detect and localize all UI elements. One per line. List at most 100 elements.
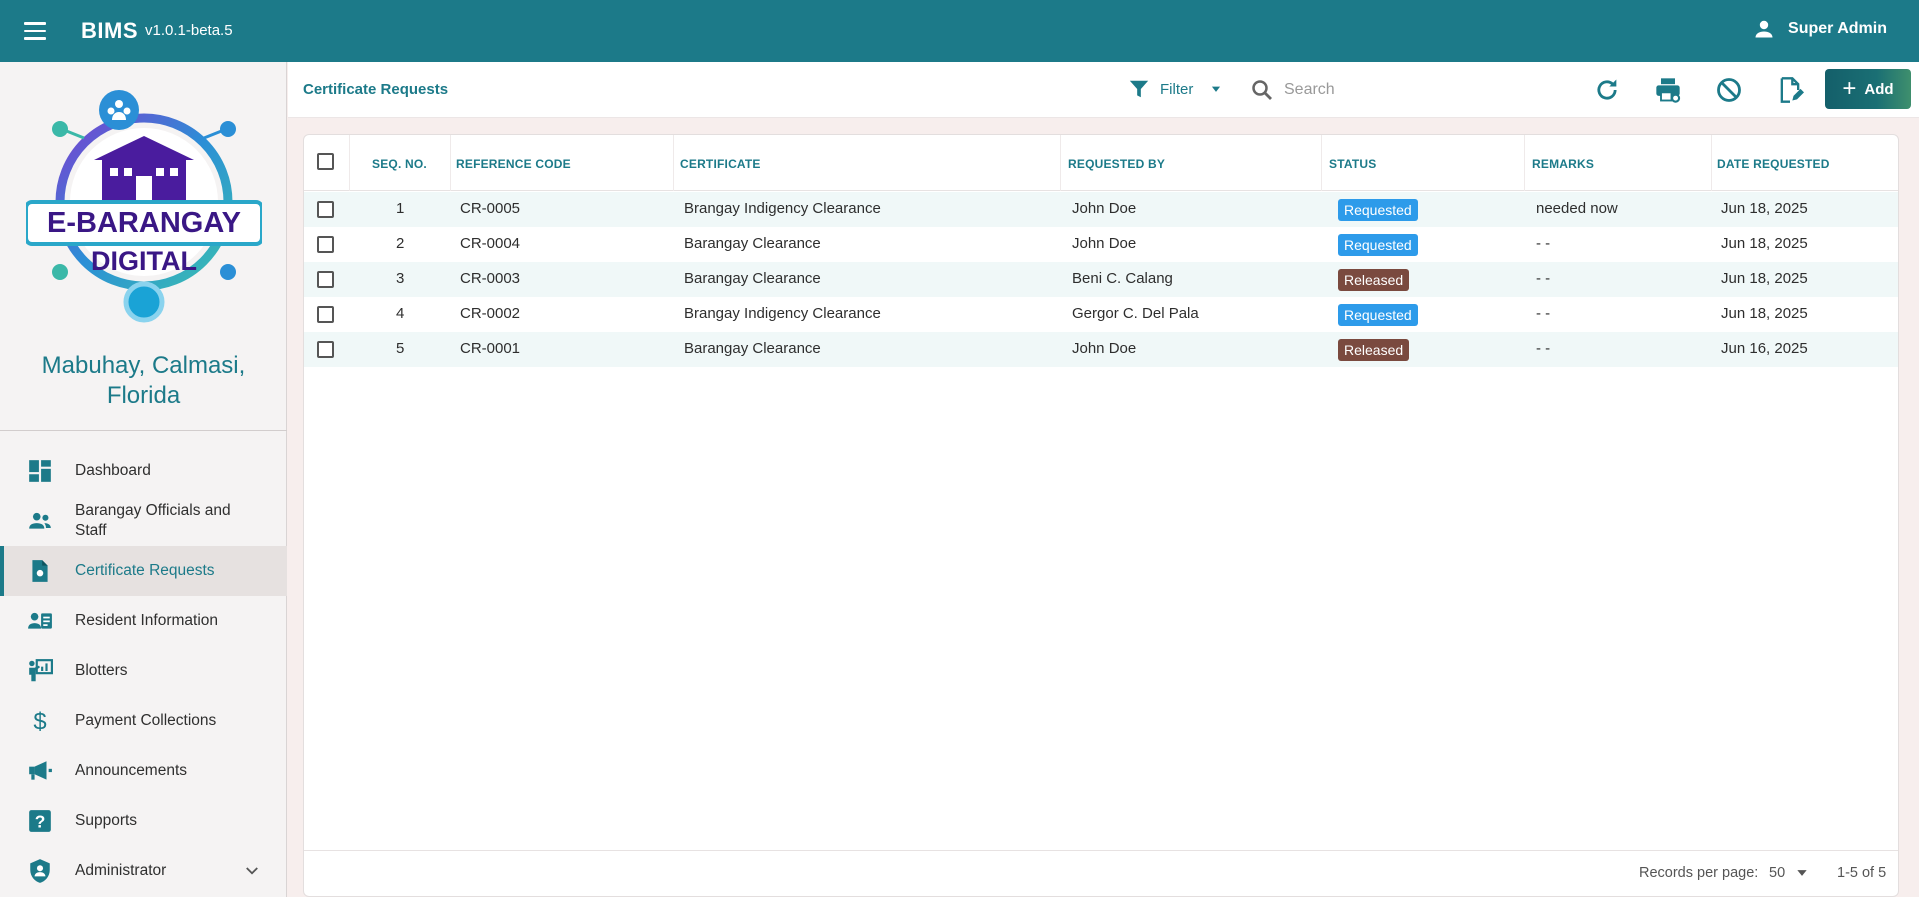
sidebar-nav: Dashboard Barangay Officials and Staff C…: [0, 446, 287, 896]
cell-remarks: - -: [1536, 305, 1551, 322]
logo-text-1: E-BARANGAY: [47, 207, 241, 239]
table-row[interactable]: 5 CR-0001 Barangay Clearance John Doe Re…: [304, 332, 1898, 367]
app-version: v1.0.1-beta.5: [145, 22, 233, 39]
help-icon: ?: [29, 810, 51, 832]
filter-button[interactable]: Filter: [1128, 78, 1223, 100]
cell-remarks: - -: [1536, 270, 1551, 287]
table-row[interactable]: 3 CR-0003 Barangay Clearance Beni C. Cal…: [304, 262, 1898, 297]
sidebar-item-administrator[interactable]: Administrator: [0, 846, 287, 896]
column-header-remarks[interactable]: REMARKS: [1532, 157, 1594, 171]
sidebar-item-blotters[interactable]: Blotters: [0, 646, 287, 696]
column-divider: [1321, 135, 1322, 191]
status-badge: Requested: [1338, 199, 1418, 221]
cell-reference-code: CR-0001: [460, 340, 521, 357]
cell-requested-by: Beni C. Calang: [1072, 270, 1173, 287]
sidebar-item-announcements[interactable]: Announcements: [0, 746, 287, 796]
cell-seq: 4: [396, 305, 405, 322]
shield-icon: [30, 859, 50, 883]
certificate-icon: [32, 560, 48, 582]
table-row[interactable]: 2 CR-0004 Barangay Clearance John Doe Re…: [304, 227, 1898, 262]
row-checkbox[interactable]: [317, 271, 334, 288]
row-checkbox[interactable]: [317, 341, 334, 358]
status-badge: Requested: [1338, 304, 1418, 326]
plus-icon: +: [1842, 75, 1857, 102]
user-menu[interactable]: Super Admin: [1752, 17, 1887, 41]
column-header-date-requested[interactable]: DATE REQUESTED: [1717, 157, 1830, 171]
column-header-status[interactable]: STATUS: [1329, 157, 1376, 171]
records-per-page-select[interactable]: 50: [1769, 865, 1809, 881]
sidebar-item-dashboard[interactable]: Dashboard: [0, 446, 287, 496]
cell-requested-by: John Doe: [1072, 200, 1137, 217]
svg-text:$: $: [33, 709, 46, 734]
sidebar-item-officials[interactable]: Barangay Officials and Staff: [0, 496, 287, 546]
caret-down-icon: [1212, 86, 1221, 92]
pagination-range: 1-5 of 5: [1837, 865, 1887, 881]
people-icon: [29, 512, 51, 529]
sidebar-item-resident-information[interactable]: Resident Information: [0, 596, 287, 646]
row-checkbox[interactable]: [317, 201, 334, 218]
cell-date-requested: Jun 18, 2025: [1721, 235, 1808, 252]
column-divider: [450, 135, 451, 191]
column-header-certificate[interactable]: CERTIFICATE: [680, 157, 761, 171]
column-header-seq[interactable]: SEQ. NO.: [372, 157, 427, 171]
sidebar-item-label: Blotters: [75, 662, 128, 679]
dollar-icon: $: [33, 709, 46, 734]
certificate-requests-table: SEQ. NO. REFERENCE CODE CERTIFICATE REQU…: [303, 134, 1899, 897]
cell-certificate: Barangay Clearance: [684, 340, 821, 357]
sidebar-item-label: Announcements: [75, 762, 188, 779]
column-header-reference-code[interactable]: REFERENCE CODE: [456, 157, 571, 171]
cell-requested-by: Gergor C. Del Pala: [1072, 305, 1199, 322]
sidebar-item-label: Payment Collections: [75, 712, 217, 729]
sidebar-item-payment-collections[interactable]: $ Payment Collections: [0, 696, 287, 746]
cell-seq: 1: [396, 200, 405, 217]
row-checkbox[interactable]: [317, 236, 334, 253]
sidebar-item-label: Certificate Requests: [75, 562, 215, 579]
sidebar-item-certificate-requests[interactable]: Certificate Requests: [0, 546, 287, 596]
edit-document-icon[interactable]: [1776, 76, 1804, 104]
status-badge: Released: [1338, 339, 1410, 361]
table-row[interactable]: 1 CR-0005 Brangay Indigency Clearance Jo…: [304, 192, 1898, 227]
column-header-requested-by[interactable]: REQUESTED BY: [1068, 157, 1165, 171]
add-label: Add: [1864, 80, 1894, 98]
cell-reference-code: CR-0003: [460, 270, 521, 287]
refresh-icon[interactable]: [1593, 76, 1621, 104]
cell-certificate: Brangay Indigency Clearance: [684, 200, 881, 217]
sidebar-item-label: Barangay Officials and Staff: [75, 502, 231, 539]
cell-certificate: Brangay Indigency Clearance: [684, 305, 881, 322]
add-button[interactable]: + Add: [1825, 69, 1911, 109]
row-checkbox[interactable]: [317, 306, 334, 323]
sidebar-item-label: Supports: [75, 812, 138, 829]
chevron-down-icon[interactable]: [243, 862, 261, 880]
user-name: Super Admin: [1788, 20, 1887, 37]
search-input[interactable]: [1284, 81, 1464, 99]
cell-date-requested: Jun 18, 2025: [1721, 200, 1808, 217]
menu-icon[interactable]: [24, 22, 46, 40]
cell-seq: 2: [396, 235, 405, 252]
select-all-checkbox[interactable]: [317, 153, 334, 170]
status-badge: Released: [1338, 269, 1410, 291]
table-row[interactable]: 4 CR-0002 Brangay Indigency Clearance Ge…: [304, 297, 1898, 332]
svg-text:?: ?: [35, 812, 46, 832]
sidebar-item-label: Dashboard: [75, 462, 151, 479]
records-per-page-label: Records per page:: [1639, 865, 1759, 881]
sidebar-item-supports[interactable]: ? Supports: [0, 796, 287, 846]
cell-date-requested: Jun 18, 2025: [1721, 305, 1808, 322]
cell-reference-code: CR-0005: [460, 200, 521, 217]
barangay-name: Mabuhay, Calmasi, Florida: [41, 352, 246, 409]
megaphone-icon: [29, 761, 52, 780]
page-title: Certificate Requests: [303, 81, 449, 98]
sidebar-item-label: Administrator: [75, 862, 167, 879]
cell-certificate: Barangay Clearance: [684, 270, 821, 287]
cell-seq: 5: [396, 340, 405, 357]
print-preview-icon[interactable]: [1654, 76, 1682, 104]
column-divider: [349, 135, 350, 191]
app-name: BIMS: [81, 18, 138, 43]
cell-remarks: needed now: [1536, 200, 1618, 217]
cell-seq: 3: [396, 270, 405, 287]
sidebar-item-label: Resident Information: [75, 612, 219, 629]
column-divider: [673, 135, 674, 191]
block-icon[interactable]: [1715, 76, 1743, 104]
cell-remarks: - -: [1536, 340, 1551, 357]
cell-reference-code: CR-0002: [460, 305, 521, 322]
cell-certificate: Barangay Clearance: [684, 235, 821, 252]
